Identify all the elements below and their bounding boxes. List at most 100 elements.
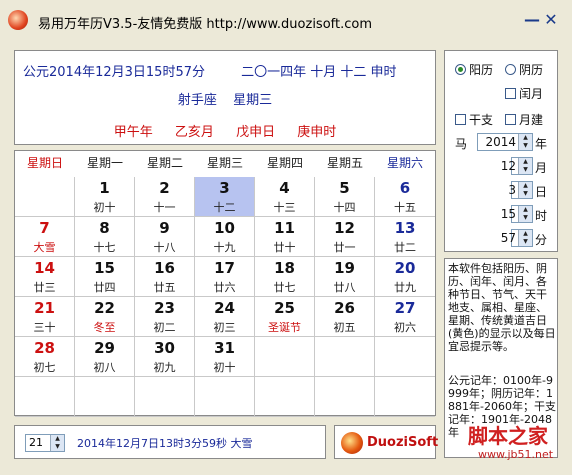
day-cell[interactable]: 9 十八 (135, 217, 195, 257)
description-text: 本软件包括阳历、阴历、闰年、闰月、各种节日、节气、天干地支、属相、星座、星期、传… (448, 262, 556, 353)
day-number: 6 (399, 179, 411, 197)
day-cell[interactable]: 23 初二 (135, 297, 195, 337)
lunar-day-label: 十四 (333, 201, 356, 214)
up-arrow-icon[interactable]: ▲ (519, 158, 532, 166)
up-arrow-icon[interactable]: ▲ (51, 435, 64, 443)
up-arrow-icon[interactable]: ▲ (519, 206, 532, 214)
day-cell[interactable]: 6 十五 (375, 177, 435, 217)
title-bar: 易用万年历V3.5-友情免费版 http://www.duozisoft.com… (0, 0, 572, 40)
year-value: 2014 (485, 135, 516, 149)
offset-arrows[interactable]: ▲ ▼ (50, 435, 64, 451)
up-arrow-icon[interactable]: ▲ (519, 134, 532, 142)
year-arrows[interactable]: ▲ ▼ (518, 134, 532, 150)
logo-panel[interactable]: DuoziSoft (334, 425, 438, 459)
day-cell[interactable]: 22 冬至 (75, 297, 135, 337)
checkbox-icon (505, 114, 516, 125)
day-cell[interactable]: 19 廿八 (315, 257, 375, 297)
month-stepper[interactable]: 12 ▲ ▼ (501, 157, 533, 175)
offset-value: 21 (29, 436, 43, 449)
day-cell[interactable]: 20 廿九 (375, 257, 435, 297)
day-cell[interactable]: 27 初六 (375, 297, 435, 337)
day-cell[interactable]: 21 三十 (15, 297, 75, 337)
day-cell[interactable]: 13 廿二 (375, 217, 435, 257)
minute-stepper[interactable]: 57 ▲ ▼ (501, 229, 533, 247)
watermark-url: www.jb51.net (478, 448, 554, 461)
day-cell[interactable]: 29 初八 (75, 337, 135, 377)
day-cell[interactable]: 28 初七 (15, 337, 75, 377)
day-cell[interactable]: 24 初三 (195, 297, 255, 337)
day-number: 19 (334, 259, 355, 277)
empty-day-cell (75, 377, 135, 417)
weekday-wed: 星期三 (206, 156, 243, 170)
empty-day-cell (315, 377, 375, 417)
day-number: 5 (339, 179, 350, 197)
weekday-thu: 星期四 (266, 156, 303, 170)
empty-day-cell (15, 377, 75, 417)
day-number: 8 (99, 219, 110, 237)
day-cell[interactable]: 3 十二 (195, 177, 255, 217)
ganzhi-checkbox[interactable]: 干支 (455, 111, 493, 128)
weekday: 星期三 (233, 93, 273, 108)
down-arrow-icon[interactable]: ▼ (519, 238, 532, 246)
day-cell[interactable]: 1 初十 (75, 177, 135, 217)
lunar-day-label: 廿八 (333, 281, 356, 294)
day-number: 18 (274, 259, 295, 277)
up-arrow-icon[interactable]: ▲ (519, 182, 532, 190)
day-value: 3 (508, 183, 516, 197)
up-arrow-icon[interactable]: ▲ (519, 230, 532, 238)
day-stepper[interactable]: 3 ▲ ▼ (508, 181, 533, 199)
day-unit: 日 (535, 185, 548, 199)
hour-arrows[interactable]: ▲ ▼ (518, 206, 532, 222)
down-arrow-icon[interactable]: ▼ (519, 142, 532, 150)
empty-day-cell (15, 177, 75, 217)
close-button[interactable]: ✕ (540, 10, 562, 30)
down-arrow-icon[interactable]: ▼ (519, 190, 532, 198)
day-number: 3 (219, 179, 230, 197)
day-number: 12 (334, 219, 355, 237)
day-arrows[interactable]: ▲ ▼ (518, 182, 532, 198)
day-cell[interactable]: 26 初五 (315, 297, 375, 337)
day-cell[interactable]: 30 初九 (135, 337, 195, 377)
event-panel: 21 ▲ ▼ 2014年12月7日13时3分59秒 大雪 (14, 425, 326, 459)
lunar-radio[interactable]: 阴历 (505, 61, 543, 78)
day-number: 1 (99, 179, 110, 197)
jian-checkbox[interactable]: 月建 (505, 111, 543, 128)
day-cell[interactable]: 4 十三 (255, 177, 315, 217)
minute-arrows[interactable]: ▲ ▼ (518, 230, 532, 246)
down-arrow-icon[interactable]: ▼ (519, 166, 532, 174)
lunar-day-label: 十九 (213, 241, 236, 254)
weekday-sat: 星期六 (386, 156, 423, 170)
day-number: 24 (214, 299, 235, 317)
lunar-day-label: 十八 (153, 241, 176, 254)
lunar-day-label: 初十 (93, 201, 116, 214)
solar-radio[interactable]: 阳历 (455, 61, 493, 78)
day-cell[interactable]: 12 廿一 (315, 217, 375, 257)
hour-stepper[interactable]: 15 ▲ ▼ (501, 205, 533, 223)
day-cell[interactable]: 5 十四 (315, 177, 375, 217)
date-line: 公元2014年12月3日15时57分 二〇一四年 十月 十二 申时 (23, 61, 397, 80)
down-arrow-icon[interactable]: ▼ (51, 443, 64, 451)
lunar-day-label: 廿九 (394, 281, 416, 294)
day-cell[interactable]: 2 十一 (135, 177, 195, 217)
month-arrows[interactable]: ▲ ▼ (518, 158, 532, 174)
day-cell[interactable]: 15 廿四 (75, 257, 135, 297)
day-cell[interactable]: 16 廿五 (135, 257, 195, 297)
day-cell[interactable]: 8 十七 (75, 217, 135, 257)
day-cell[interactable]: 14 廿三 (15, 257, 75, 297)
day-cell[interactable]: 7 大雪 (15, 217, 75, 257)
lunar-day-label: 初八 (93, 361, 116, 374)
day-cell[interactable]: 25 圣诞节 (255, 297, 315, 337)
day-cell[interactable]: 17 廿六 (195, 257, 255, 297)
day-number: 30 (154, 339, 175, 357)
lunar-day-label: 三十 (33, 321, 56, 334)
day-cell[interactable]: 10 十九 (195, 217, 255, 257)
leap-month-checkbox[interactable]: 闰月 (505, 85, 543, 102)
year-stepper[interactable]: 2014 ▲ ▼ (477, 133, 533, 151)
day-cell[interactable]: 18 廿七 (255, 257, 315, 297)
weekday-sun: 星期日 (26, 156, 63, 170)
day-cell[interactable]: 11 廿十 (255, 217, 315, 257)
offset-stepper[interactable]: 21 ▲ ▼ (25, 434, 65, 452)
down-arrow-icon[interactable]: ▼ (519, 214, 532, 222)
day-cell[interactable]: 31 初十 (195, 337, 255, 377)
lunar-day-label: 初二 (153, 321, 176, 334)
